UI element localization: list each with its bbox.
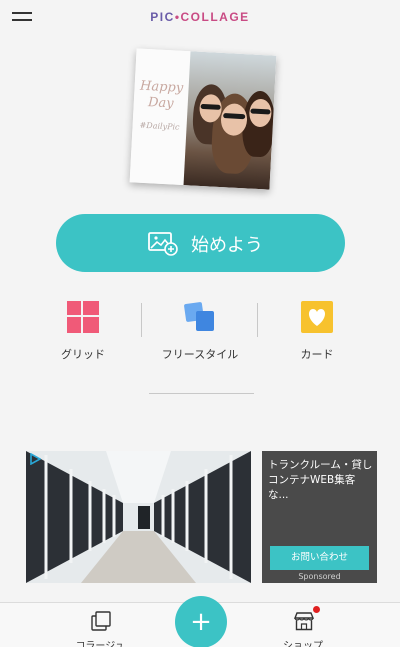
option-divider — [141, 303, 142, 337]
app-header: PIC•COLLAGE — [0, 0, 400, 38]
card-option[interactable]: カード — [272, 300, 362, 364]
grid-option-label: グリッド — [61, 348, 105, 361]
image-add-icon — [148, 232, 178, 256]
logo-pic: PIC — [150, 10, 175, 24]
freestyle-option-label: フリースタイル — [161, 348, 239, 361]
collage-icon — [91, 611, 111, 631]
nav-collage[interactable]: コラージュ — [60, 611, 140, 647]
storage-corridor-image — [26, 451, 251, 583]
freestyle-option[interactable]: フリースタイル — [155, 300, 245, 364]
nav-shop-label: ショップ — [283, 641, 323, 647]
logo-collage: COLLAGE — [180, 10, 250, 24]
shop-notification-dot — [313, 606, 320, 613]
ad-contact-button[interactable]: お問い合わせ — [270, 546, 369, 570]
start-button[interactable]: 始めよう — [56, 214, 345, 272]
ad-sponsored-label: Sponsored — [298, 572, 341, 581]
hero-polaroid-image: Happy Day #DailyPic — [129, 48, 277, 190]
create-fab-button[interactable]: + — [175, 596, 227, 647]
option-divider — [257, 303, 258, 337]
adchoices-icon[interactable] — [29, 453, 41, 465]
start-button-label: 始めよう — [191, 235, 263, 256]
ad-image[interactable] — [26, 451, 251, 583]
polaroid-hashtag: #DailyPic — [139, 120, 180, 132]
app-logo: PIC•COLLAGE — [0, 10, 400, 24]
section-divider — [149, 393, 254, 394]
nav-shop[interactable]: ショップ — [263, 611, 343, 647]
heart-card-icon — [301, 301, 333, 333]
grid-option[interactable]: グリッド — [38, 300, 128, 364]
ad-title[interactable]: トランクルーム・貸しコンテナWEB集客な... — [268, 458, 374, 503]
freestyle-cards-icon — [184, 302, 214, 331]
ad-panel[interactable]: トランクルーム・貸しコンテナWEB集客な... お問い合わせ Sponsored — [262, 451, 377, 583]
nav-collage-label: コラージュ — [75, 641, 125, 647]
shop-icon — [293, 612, 315, 631]
card-option-label: カード — [300, 348, 334, 361]
hero-photo — [183, 51, 277, 190]
polaroid-caption: Happy Day — [139, 78, 184, 112]
grid-icon — [67, 301, 99, 333]
